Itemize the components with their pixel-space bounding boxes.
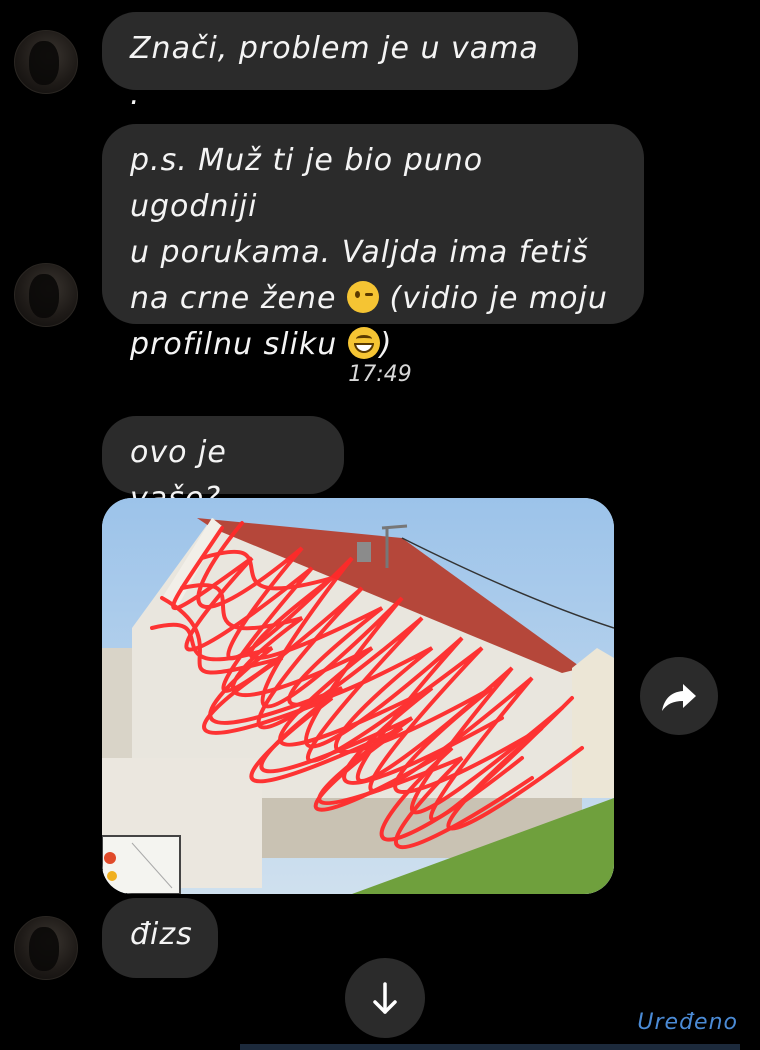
message-timestamp: 17:49	[348, 362, 412, 387]
message-text: (vidio je moju	[389, 281, 608, 316]
message-bubble[interactable]: Znači, problem je u vama .	[102, 12, 578, 112]
message-text: profilnu sliku	[130, 327, 338, 362]
arrow-down-icon	[373, 982, 397, 1014]
scroll-to-bottom-button[interactable]	[345, 958, 425, 1038]
message-text: Znači, problem je u vama .	[130, 31, 539, 112]
edited-status-label: Uređeno	[637, 1010, 738, 1035]
message-bubble[interactable]: đizs	[102, 898, 218, 978]
message-text-line: u porukama. Valjda ima fetiš	[130, 235, 589, 270]
sender-avatar[interactable]	[14, 263, 78, 327]
message-text: đizs	[130, 917, 193, 952]
shared-photo[interactable]	[102, 498, 614, 894]
share-arrow-icon	[662, 684, 696, 711]
message-text: na crne žene	[130, 281, 337, 316]
message-bubble[interactable]: p.s. Muž ti je bio puno ugodniji u poruk…	[102, 124, 644, 362]
grinning-face-icon	[347, 327, 380, 359]
sender-avatar[interactable]	[14, 30, 78, 94]
message-text-line: na crne žene (vidio je moju	[130, 276, 616, 322]
message-bubble[interactable]: ovo je vaše?	[102, 416, 344, 516]
sender-avatar[interactable]	[14, 916, 78, 980]
message-text: )	[379, 327, 393, 362]
divider	[240, 1044, 740, 1050]
forward-button[interactable]	[640, 657, 718, 735]
winking-face-icon	[347, 281, 379, 313]
house-photo-icon	[102, 498, 614, 894]
message-text-line: p.s. Muž ti je bio puno ugodniji	[130, 143, 484, 224]
